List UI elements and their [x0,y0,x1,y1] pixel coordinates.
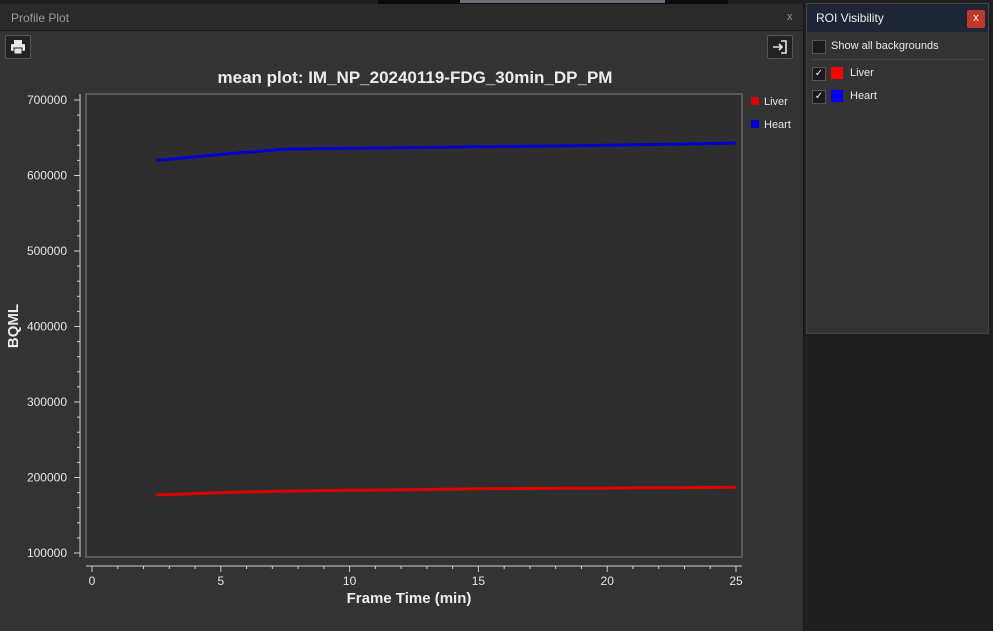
legend-label-heart: Heart [764,119,791,131]
roi-liver-checkbox[interactable]: ✓ [812,67,826,81]
x-tick-label: 15 [472,574,486,588]
roi-liver-color-swatch [831,67,843,79]
roi-visibility-close-button[interactable]: x [967,10,985,28]
roi-visibility-title: ROI Visibility [816,11,884,25]
show-all-backgrounds-checkbox[interactable] [812,40,826,54]
profile-chart: 100000 200000 300000 400000 500000 600000 7000… [5,93,791,607]
y-tick-label: 600000 [27,169,67,183]
x-tick-label: 5 [217,574,224,588]
y-tick-label: 300000 [27,395,67,409]
legend-swatch-liver [751,97,759,105]
roi-liver-label: Liver [850,67,874,79]
roi-visibility-titlebar: ROI Visibility x [807,4,988,32]
y-tick-label: 200000 [27,471,67,485]
y-tick-label: 500000 [27,244,67,258]
roi-heart-label: Heart [850,90,877,102]
show-all-backgrounds-label: Show all backgrounds [831,40,939,52]
x-tick-label: 0 [89,574,96,588]
roi-heart-checkbox[interactable]: ✓ [812,90,826,104]
x-tick-label: 20 [601,574,615,588]
y-tick-label: 700000 [27,93,67,107]
x-tick-label: 25 [729,574,743,588]
roi-heart-color-swatch [831,90,843,102]
y-tick-label: 400000 [27,320,67,334]
y-axis-label: BQML [5,304,22,348]
legend-label-liver: Liver [764,96,788,108]
legend-swatch-heart [751,120,759,128]
x-axis-label: Frame Time (min) [347,590,472,607]
roi-divider [813,59,984,60]
roi-visibility-panel: ROI Visibility x Show all backgrounds ✓ … [806,3,989,334]
y-tick-label: 100000 [27,546,67,560]
x-tick-label: 10 [343,574,357,588]
